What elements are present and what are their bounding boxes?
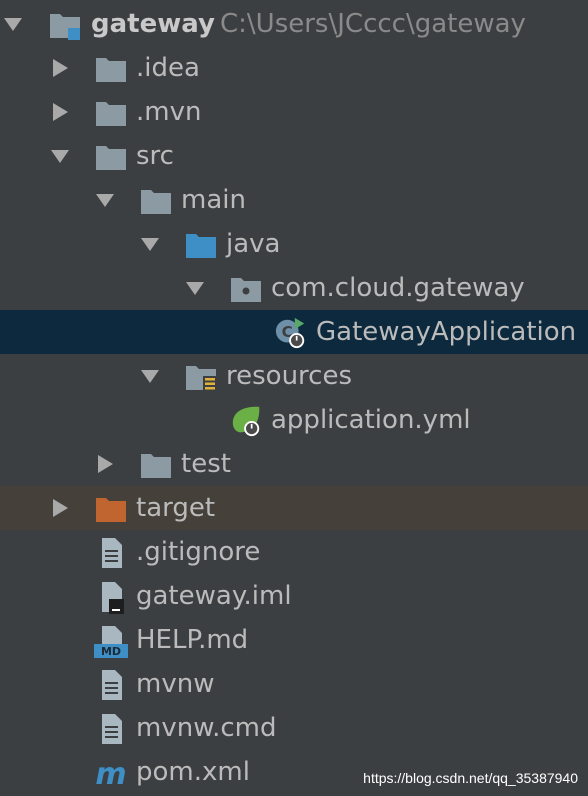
tree-label: com.cloud.gateway (271, 273, 525, 303)
tree-label: application.yml (271, 405, 471, 435)
tree-label: .gitignore (136, 537, 261, 567)
svg-text:MD: MD (101, 645, 121, 658)
package-icon (231, 278, 261, 302)
tree-label: mvnw (136, 669, 215, 699)
tree-label: pom.xml (136, 757, 250, 787)
resources-folder-icon (186, 366, 217, 392)
tree-label: resources (226, 361, 353, 391)
collapsed-arrow-icon[interactable] (49, 57, 71, 79)
tree-label: .idea (136, 53, 200, 83)
text-file-icon (102, 670, 122, 700)
iml-file-icon (102, 582, 124, 614)
tree-label: GatewayApplication (316, 317, 577, 347)
tree-row-gateway-iml[interactable]: gateway.iml (0, 574, 588, 618)
folder-icon (141, 454, 171, 478)
svg-text:m: m (95, 757, 126, 790)
tree-row-src[interactable]: src (0, 134, 588, 178)
collapsed-arrow-icon[interactable] (49, 497, 71, 519)
tree-label: main (181, 185, 246, 215)
folder-icon (96, 102, 126, 126)
markdown-file-icon: MD (94, 626, 128, 658)
tree-row-application-yml[interactable]: application.yml (0, 398, 588, 442)
tree-label: HELP.md (136, 625, 249, 655)
tree-label: test (181, 449, 231, 479)
project-name: gateway (91, 9, 215, 39)
expanded-arrow-icon[interactable] (139, 233, 161, 255)
tree-row-mvnw[interactable]: mvnw (0, 662, 588, 706)
tree-label: gateway.iml (136, 581, 292, 611)
spring-config-icon (232, 406, 260, 437)
expanded-arrow-icon[interactable] (184, 277, 206, 299)
excluded-folder-icon (96, 498, 126, 522)
source-folder-icon (186, 234, 216, 258)
tree-row-mvn[interactable]: .mvn (0, 90, 588, 134)
maven-icon: m (95, 757, 126, 790)
tree-row-gateway-root[interactable]: gateway C:\Users\JCccc\gateway (0, 2, 588, 46)
module-folder-icon (50, 14, 80, 40)
expanded-arrow-icon[interactable] (2, 13, 24, 35)
collapsed-arrow-icon[interactable] (94, 453, 116, 475)
project-tree: gateway C:\Users\JCccc\gateway .idea .mv… (0, 0, 588, 796)
collapsed-arrow-icon[interactable] (49, 101, 71, 123)
text-file-icon (102, 538, 122, 568)
tree-row-target[interactable]: target (0, 486, 588, 530)
project-path: C:\Users\JCccc\gateway (220, 9, 526, 39)
folder-icon (141, 190, 171, 214)
expanded-arrow-icon[interactable] (94, 189, 116, 211)
tree-row-package[interactable]: com.cloud.gateway (0, 266, 588, 310)
tree-row-gitignore[interactable]: .gitignore (0, 530, 588, 574)
tree-row-resources[interactable]: resources (0, 354, 588, 398)
spring-boot-class-icon: C (275, 317, 305, 349)
watermark: https://blog.csdn.net/qq_35387940 (363, 770, 578, 786)
tree-label: .mvn (136, 97, 202, 127)
folder-icon (96, 146, 126, 170)
tree-row-mvnw-cmd[interactable]: mvnw.cmd (0, 706, 588, 750)
tree-row-test[interactable]: test (0, 442, 588, 486)
tree-row-gateway-application[interactable]: C GatewayApplication (0, 310, 588, 354)
expanded-arrow-icon[interactable] (139, 365, 161, 387)
tree-label: mvnw.cmd (136, 713, 277, 743)
tree-label: target (136, 493, 216, 523)
tree-row-java[interactable]: java (0, 222, 588, 266)
expanded-arrow-icon[interactable] (49, 145, 71, 167)
tree-row-main[interactable]: main (0, 178, 588, 222)
tree-row-help-md[interactable]: MD HELP.md (0, 618, 588, 662)
tree-label: java (226, 229, 281, 259)
tree-row-idea[interactable]: .idea (0, 46, 588, 90)
folder-icon (96, 58, 126, 82)
text-file-icon (102, 714, 122, 744)
tree-label: src (136, 141, 174, 171)
